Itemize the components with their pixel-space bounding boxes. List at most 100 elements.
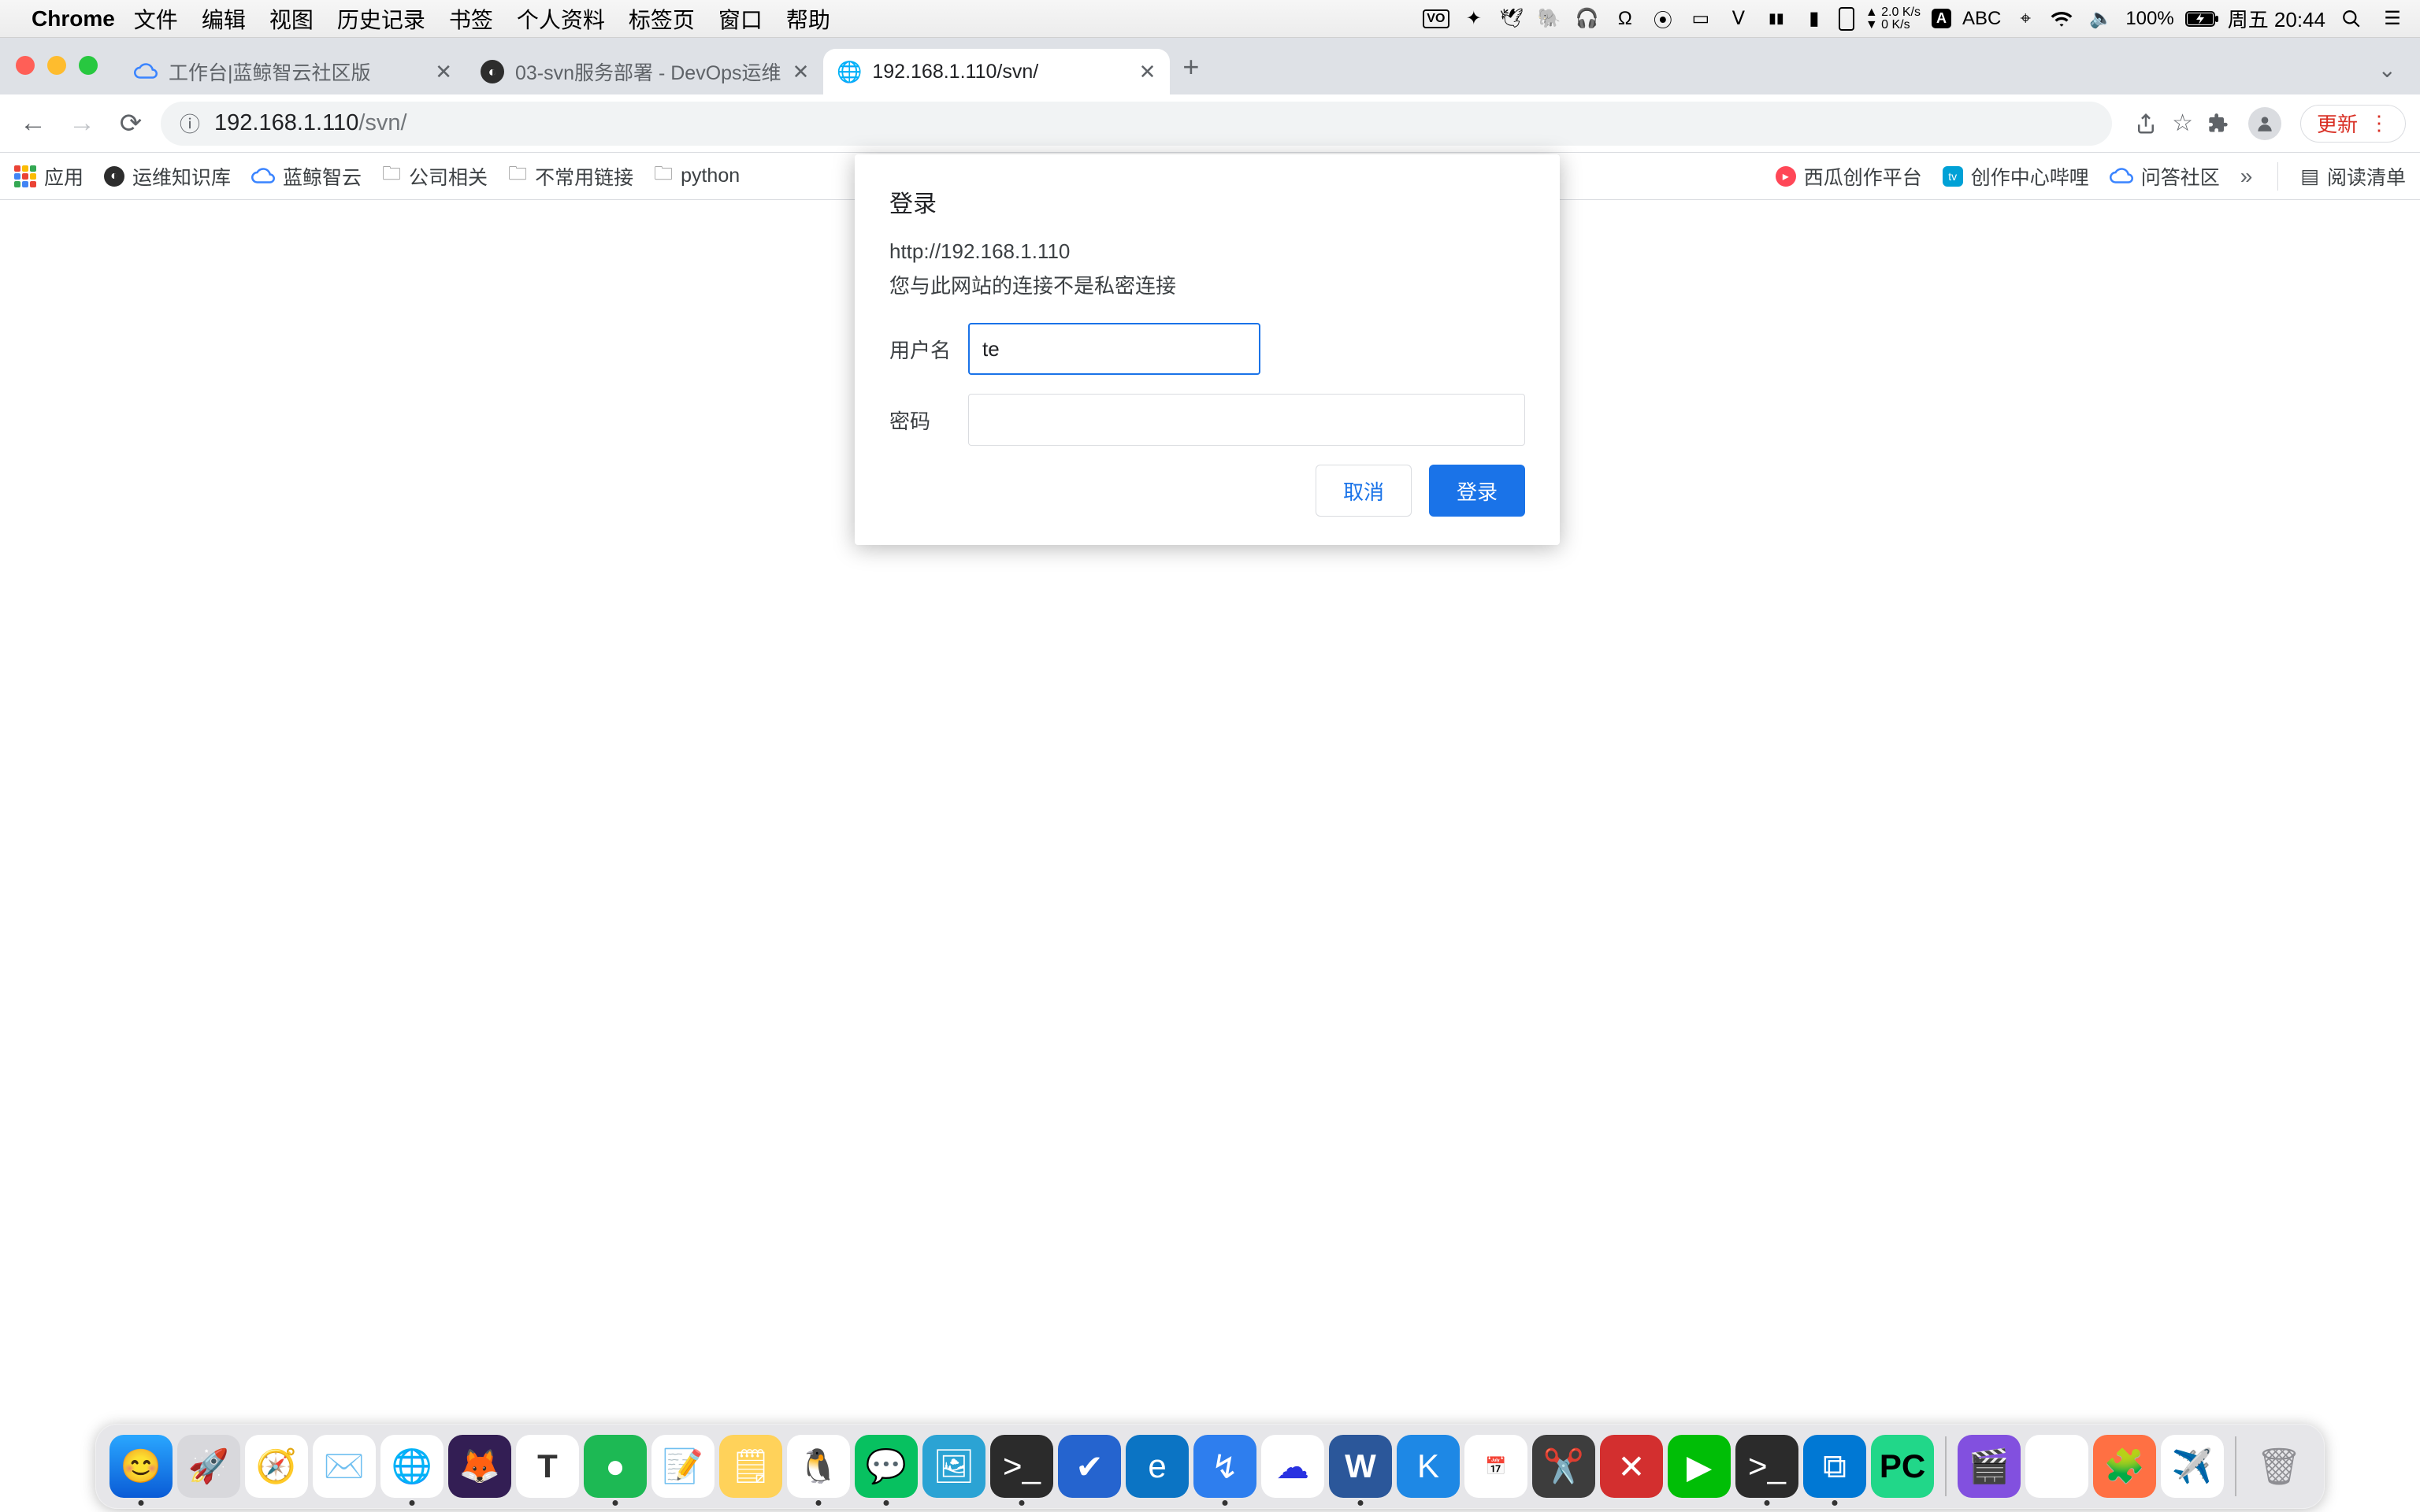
bird-icon[interactable]: 🕊 xyxy=(1498,7,1525,30)
status-icon[interactable]: VO xyxy=(1423,9,1449,28)
dock-app-typora[interactable]: T xyxy=(516,1435,579,1498)
browser-tab-active[interactable]: 🌐 192.168.1.110/svn/ ✕ xyxy=(823,49,1170,94)
dock-app-xmind[interactable]: ✕ xyxy=(1600,1435,1663,1498)
volume-icon[interactable]: 🔈 xyxy=(2088,7,2114,30)
extensions-icon[interactable] xyxy=(2207,113,2229,135)
status-icon[interactable]: Ω xyxy=(1612,8,1639,30)
forward-button[interactable]: → xyxy=(63,105,101,143)
dock-app-calendar[interactable]: 📅 xyxy=(1464,1435,1527,1498)
back-button[interactable]: ← xyxy=(14,105,52,143)
dock-app-safari[interactable]: 🧭 xyxy=(245,1435,308,1498)
password-input[interactable] xyxy=(968,394,1525,446)
tab-close-icon[interactable]: ✕ xyxy=(1139,60,1156,84)
window-close-button[interactable] xyxy=(16,56,35,75)
bookmark-item[interactable]: ▸ 西瓜创作平台 xyxy=(1776,162,1922,191)
bookmark-item[interactable]: tv 创作中心哔哩 xyxy=(1943,162,2089,191)
wifi-icon[interactable] xyxy=(2050,10,2077,28)
dock-app-kdenlive[interactable]: K xyxy=(1397,1435,1460,1498)
dock-app-todo[interactable]: ✔ xyxy=(1058,1435,1121,1498)
dock-app-firefox[interactable]: 🦊 xyxy=(448,1435,511,1498)
spotlight-icon[interactable] xyxy=(2341,9,2368,29)
dock-recent-app[interactable]: 🎬 xyxy=(1958,1435,2021,1498)
bluetooth-icon[interactable]: ⌖ xyxy=(2012,8,2039,30)
battery-icon[interactable] xyxy=(2185,10,2212,28)
menu-help[interactable]: 帮助 xyxy=(786,3,830,35)
bookmark-star-icon[interactable]: ☆ xyxy=(2172,109,2193,137)
dock-app-chrome[interactable]: 🌐 xyxy=(380,1435,444,1498)
clock[interactable]: 周五 20:44 xyxy=(2228,4,2325,33)
menu-view[interactable]: 视图 xyxy=(269,3,314,35)
dock-recent-app[interactable]: ✈️ xyxy=(2161,1435,2224,1498)
dock-app-iqiyi[interactable]: ▶ xyxy=(1668,1435,1731,1498)
tab-close-icon[interactable]: ✕ xyxy=(435,60,452,84)
screen-icon[interactable]: ▭ xyxy=(1687,7,1714,30)
status-icon[interactable]: ✦ xyxy=(1461,7,1487,30)
dock-app-vscode[interactable]: ⧉ xyxy=(1803,1435,1866,1498)
cancel-button[interactable]: 取消 xyxy=(1316,465,1412,517)
dock-app-terminal[interactable]: >_ xyxy=(1735,1435,1798,1498)
dock-app-thunder[interactable]: ↯ xyxy=(1193,1435,1256,1498)
address-bar[interactable]: ⓘ 192.168.1.110/svn/ xyxy=(161,102,2112,146)
menu-edit[interactable]: 编辑 xyxy=(202,3,246,35)
dock-app-spotify[interactable]: ● xyxy=(584,1435,647,1498)
status-icon[interactable]: Ⅴ xyxy=(1725,7,1752,30)
profile-avatar[interactable] xyxy=(2248,107,2281,140)
network-speed[interactable]: ▲ 2.0 K/s▼ 0 K/s xyxy=(1865,6,1921,32)
dock-app-finder[interactable]: 😊 xyxy=(109,1435,173,1498)
dock-app-screenshot[interactable]: ✂️ xyxy=(1532,1435,1595,1498)
update-button[interactable]: 更新 ⋮ xyxy=(2300,105,2406,143)
dock-app-reminders[interactable]: 📝 xyxy=(651,1435,714,1498)
menu-bookmarks[interactable]: 书签 xyxy=(449,3,493,35)
dock-app-notes[interactable]: 🗒 xyxy=(719,1435,782,1498)
site-info-icon[interactable]: ⓘ xyxy=(180,109,200,138)
bookmark-item[interactable]: 问答社区 xyxy=(2110,162,2220,191)
login-button[interactable]: 登录 xyxy=(1429,465,1525,517)
dock-recent-app[interactable]: 🖥 xyxy=(2025,1435,2088,1498)
dock-app-word[interactable]: W xyxy=(1329,1435,1392,1498)
bookmark-folder[interactable]: 🗀python xyxy=(654,160,740,192)
dock-app-mail[interactable]: ✉️ xyxy=(313,1435,376,1498)
tab-overflow-icon[interactable]: ⌄ xyxy=(2378,57,2396,83)
headphones-icon[interactable]: 🎧 xyxy=(1574,7,1601,30)
dock-recent-app[interactable]: 🧩 xyxy=(2093,1435,2156,1498)
menu-history[interactable]: 历史记录 xyxy=(337,3,425,35)
window-minimize-button[interactable] xyxy=(47,56,66,75)
app-menu[interactable]: Chrome xyxy=(32,6,115,32)
status-icon[interactable]: ▮▮ xyxy=(1763,10,1790,27)
bookmarks-overflow-icon[interactable]: » xyxy=(2240,164,2253,189)
kebab-menu-icon[interactable]: ⋮ xyxy=(2369,111,2389,135)
dock-app-qq[interactable]: 🐧 xyxy=(787,1435,850,1498)
battery-phone-icon[interactable]: ▮ xyxy=(1801,7,1828,30)
reload-button[interactable]: ⟳ xyxy=(112,105,150,143)
evernote-icon[interactable]: 🐘 xyxy=(1536,7,1563,30)
menu-window[interactable]: 窗口 xyxy=(718,3,763,35)
phone-icon[interactable] xyxy=(1839,7,1854,31)
input-source-label[interactable]: ABC xyxy=(1962,8,2001,30)
battery-percent[interactable]: 100% xyxy=(2125,8,2173,30)
control-center-icon[interactable]: ☰ xyxy=(2379,7,2406,30)
apps-shortcut[interactable]: 应用 xyxy=(14,162,84,191)
tab-close-icon[interactable]: ✕ xyxy=(792,60,810,84)
record-icon[interactable]: ⦿ xyxy=(1650,5,1676,32)
username-input[interactable] xyxy=(968,323,1260,375)
dock-app-preview[interactable]: 🖼 xyxy=(922,1435,985,1498)
bookmark-folder[interactable]: 🗀公司相关 xyxy=(382,160,488,192)
menu-tabs[interactable]: 标签页 xyxy=(629,3,695,35)
browser-tab[interactable]: 工作台|蓝鲸智云社区版 ✕ xyxy=(120,49,466,94)
reading-list-button[interactable]: ▤ 阅读清单 xyxy=(2277,162,2406,191)
bookmark-item[interactable]: ◐ 运维知识库 xyxy=(104,162,231,191)
dock-app-launchpad[interactable]: 🚀 xyxy=(177,1435,240,1498)
window-maximize-button[interactable] xyxy=(79,56,98,75)
dock-app-pycharm[interactable]: PC xyxy=(1871,1435,1934,1498)
dock-trash[interactable]: 🗑 xyxy=(2247,1435,2311,1498)
input-source-icon[interactable]: A xyxy=(1932,9,1951,28)
share-icon[interactable] xyxy=(2134,112,2158,135)
bookmark-item[interactable]: 蓝鲸智云 xyxy=(251,162,362,191)
new-tab-button[interactable]: + xyxy=(1182,50,1199,83)
menu-profile[interactable]: 个人资料 xyxy=(517,3,605,35)
dock-app-terminal2[interactable]: >_ xyxy=(990,1435,1053,1498)
dock-app-edge[interactable]: e xyxy=(1126,1435,1189,1498)
browser-tab[interactable]: ◐ 03-svn服务部署 - DevOps运维 ✕ xyxy=(466,49,823,94)
menu-file[interactable]: 文件 xyxy=(134,3,178,35)
dock-app-wechat[interactable]: 💬 xyxy=(855,1435,918,1498)
